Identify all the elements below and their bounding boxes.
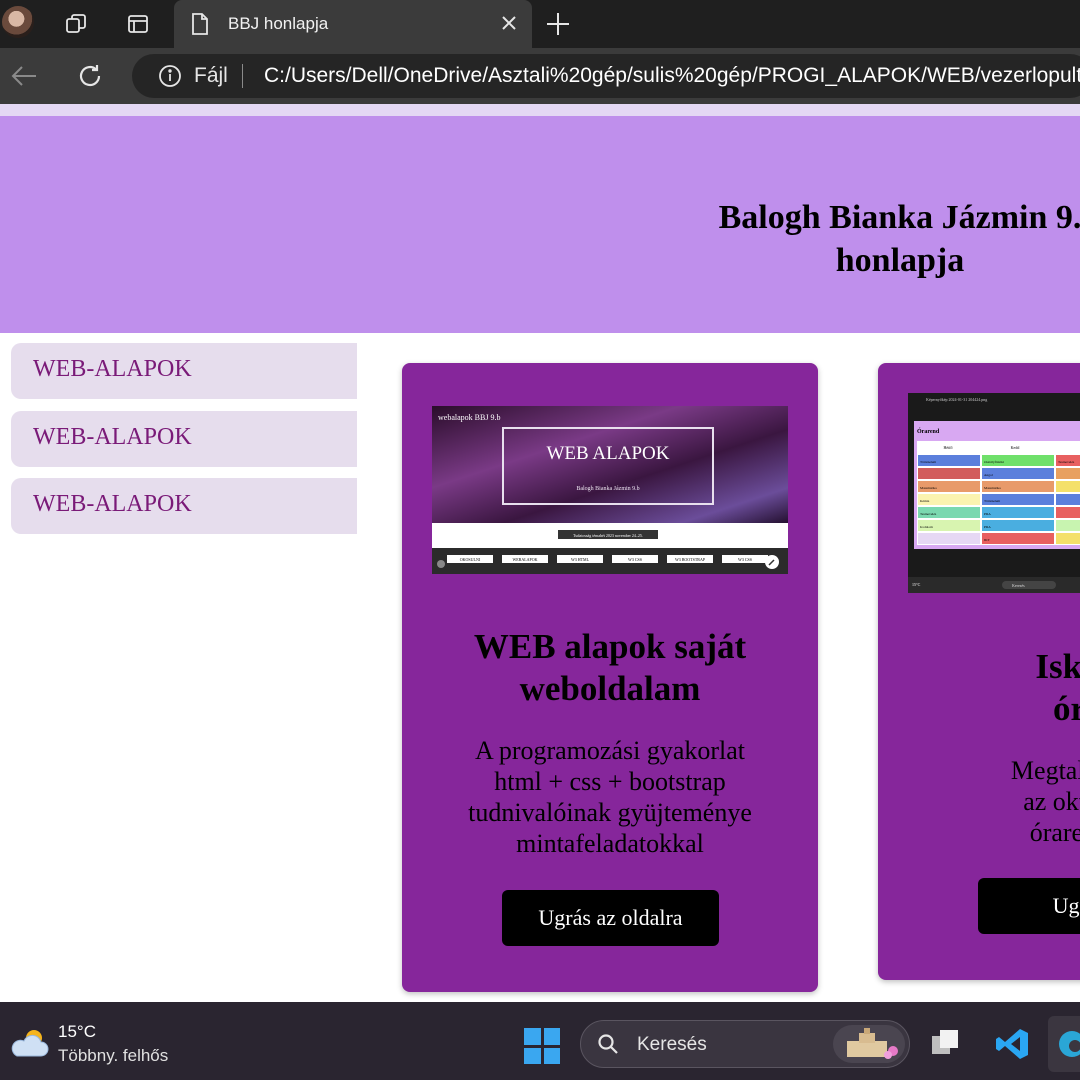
card-thumbnail-webalapok: webalapok BBJ 9.b WEB ALAPOK Balogh Bian… — [432, 406, 788, 574]
thumb-cell: PRA — [984, 512, 991, 516]
thumb-cell: Irodalom — [920, 525, 933, 529]
thumb-cell: Matematika — [920, 486, 937, 490]
thumb-cell: Kémia — [920, 499, 930, 503]
card-text-line2: az oktatók é — [1023, 787, 1080, 816]
browser-nav-bar: Fájl C:/Users/Dell/OneDrive/Asztali%20gé… — [0, 48, 1080, 104]
thumb-site-name: webalapok BBJ 9.b — [438, 413, 500, 422]
thumb-cell: Testnevelés — [1058, 460, 1075, 464]
browser-tab-bar: BBJ honlapja — [0, 0, 1080, 48]
address-scheme-label: Fájl — [194, 64, 228, 87]
windows-taskbar: 15°C Többny. felhős Keresés — [0, 1002, 1080, 1080]
card-text-line1: Megtalálhatod — [1010, 756, 1080, 785]
site-title-line1: Balogh Bianka Jázmin 9. — [718, 199, 1080, 236]
workspaces-icon[interactable] — [62, 10, 90, 38]
card-title-line1: WEB alapok saját — [473, 627, 747, 666]
goto-page-button[interactable]: Ugrás a — [978, 878, 1080, 934]
thumb-nav-item: W3 CSS — [628, 557, 642, 562]
thumb-cell: Testnevelés — [920, 512, 937, 516]
task-view-icon[interactable] — [928, 1026, 964, 1062]
card-text-line1: A programozási gyakorlat — [474, 736, 746, 765]
card-web-alapok: webalapok BBJ 9.b WEB ALAPOK Balogh Bian… — [402, 363, 818, 992]
thumb-col-header: Kedd — [1011, 445, 1020, 450]
search-highlight-icon — [833, 1025, 905, 1068]
thumb-banner-title: WEB ALAPOK — [547, 443, 670, 464]
back-button[interactable] — [8, 60, 40, 92]
thumb-cell: Történelem — [920, 460, 936, 464]
thumb-window-title: Képernyőkép 2024-01-31 204424.png — [926, 397, 987, 402]
thumb-nav-item: W3 CSS — [738, 557, 752, 562]
thumb-notice: Tudatosság témahét 2023 november 24–25. — [573, 533, 643, 538]
search-icon — [597, 1033, 619, 1060]
card-text-line3: tudnivalóinak gyüjteménye — [468, 798, 752, 827]
thumb-cell: IKT — [984, 538, 991, 542]
sidebar-item-label: WEB-ALAPOK — [33, 356, 192, 382]
refresh-button[interactable] — [74, 60, 106, 92]
sidebar-item-label: WEB-ALAPOK — [33, 491, 192, 517]
thumb-nav-item: WEBALAPOK — [512, 557, 537, 562]
new-tab-icon[interactable] — [544, 10, 572, 43]
url-text[interactable]: C:/Users/Dell/OneDrive/Asztali%20gép/sul… — [264, 64, 1080, 88]
thumb-col-header: Hétfő — [943, 445, 952, 450]
thumb-cell: Osztályfőnöki — [984, 460, 1004, 464]
weather-temperature[interactable]: 15°C — [58, 1022, 96, 1042]
card-text-line3: órarendjeit — [1029, 818, 1080, 847]
address-bar[interactable]: Fájl C:/Users/Dell/OneDrive/Asztali%20gé… — [132, 54, 1080, 98]
card-title: WEB alapok saját weboldalam — [402, 626, 818, 710]
thumb-cell: Történelem — [984, 499, 1000, 503]
card-description: Megtalálhatod az oktatók é órarendjeit — [878, 755, 1080, 848]
thumb-nav-item: W3 HTML — [571, 557, 590, 562]
tab-active[interactable]: BBJ honlapja — [174, 0, 532, 48]
thumb-cell: Matematika — [984, 486, 1001, 490]
site-title-line2: honlapja — [835, 242, 965, 279]
card-title-line2: órar — [1052, 689, 1080, 728]
card-text-line4: mintafeladatokkal — [516, 829, 704, 858]
address-separator — [242, 64, 243, 88]
card-title-line2: weboldalam — [519, 669, 701, 708]
search-label: Keresés — [637, 1034, 707, 1055]
card-title-line1: Iskolai — [1035, 647, 1080, 686]
card-thumbnail-orarend: Képernyőkép 2024-01-31 204424.png Óraren… — [908, 393, 1080, 593]
weather-cloud-icon[interactable] — [8, 1026, 50, 1065]
vscode-icon[interactable] — [994, 1026, 1030, 1062]
sidebar-item-label: WEB-ALAPOK — [33, 424, 192, 450]
sidebar-item-web-alapok-2[interactable]: WEB-ALAPOK — [11, 411, 357, 467]
top-strip — [0, 104, 1080, 116]
profile-avatar[interactable] — [2, 6, 34, 38]
page-icon — [190, 12, 210, 41]
goto-page-button[interactable]: Ugrás az oldalra — [502, 890, 719, 946]
site-title: Balogh Bianka Jázmin 9. honlapja — [690, 196, 1080, 282]
windows-start-icon[interactable] — [524, 1028, 560, 1064]
thumb-nav-item: W3 BOOTSTRAP — [675, 557, 706, 562]
sidebar-item-web-alapok-1[interactable]: WEB-ALAPOK — [11, 343, 357, 399]
card-orarend: Képernyőkép 2024-01-31 204424.png Óraren… — [878, 363, 1080, 980]
card-text-line2: html + css + bootstrap — [494, 767, 726, 796]
card-description: A programozási gyakorlat html + css + bo… — [402, 735, 818, 859]
thumb-search: Keresés — [1012, 583, 1025, 588]
card-title: Iskolai órar — [878, 646, 1080, 730]
thumb-cell: PRA — [984, 525, 991, 529]
thumb-weather: 15°C — [912, 582, 921, 587]
close-tab-icon[interactable] — [498, 12, 520, 39]
thumb-nav-item: OKOSULNI — [460, 557, 481, 562]
taskbar-search[interactable]: Keresés — [580, 1020, 910, 1068]
thumb-banner-subtitle: Balogh Bianka Jázmin 9.b — [576, 486, 639, 492]
thumb-cell: Angol — [984, 473, 993, 477]
site-header: Balogh Bianka Jázmin 9. honlapja — [0, 116, 1080, 333]
tab-title: BBJ honlapja — [228, 14, 329, 33]
page-viewport: Balogh Bianka Jázmin 9. honlapja WEB-ALA… — [0, 104, 1080, 1002]
info-icon[interactable] — [158, 64, 182, 93]
edge-browser-icon[interactable] — [1048, 1016, 1080, 1072]
thumb-heading: Órarend — [917, 427, 940, 435]
weather-condition[interactable]: Többny. felhős — [58, 1046, 168, 1066]
tab-actions-icon[interactable] — [124, 10, 152, 38]
sidebar-item-web-alapok-3[interactable]: WEB-ALAPOK — [11, 478, 357, 534]
